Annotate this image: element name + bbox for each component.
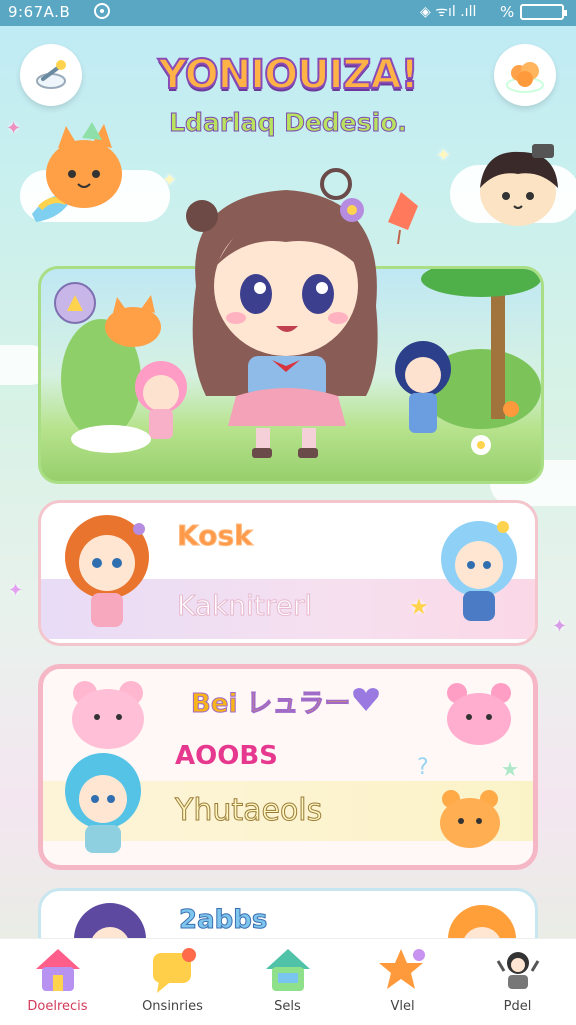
nav-item-doelrecis[interactable]: Doelrecis	[0, 939, 115, 1025]
sparkle-icon: ✦	[8, 580, 24, 601]
question-mark-icon: ?	[417, 755, 429, 780]
sparkle-icon: ✦	[436, 145, 452, 166]
nav-label: Doelrecis	[27, 999, 88, 1014]
blue-hair-girl-icon	[441, 521, 517, 621]
battery-percent: %	[500, 3, 515, 21]
battery-icon	[520, 4, 567, 20]
card-label-mid: AOOBS	[175, 741, 278, 771]
card-label-main: Kaknitrerl	[176, 589, 313, 623]
nav-item-sels[interactable]: Sels	[230, 939, 345, 1025]
status-bar: 9:67A.B ◈ ᯤıl .ıll %	[0, 0, 576, 26]
nav-label: Pdel	[503, 999, 532, 1014]
menu-card-yhutaeols[interactable]: ★ ? Bei レュラー AOOBS Yhutaeols	[38, 664, 538, 870]
orange-hair-girl-icon	[65, 515, 149, 627]
bottom-nav: Doelrecis Onsinries Sels Vlel Pdel	[0, 938, 576, 1025]
cat-mascot-icon	[32, 122, 122, 222]
pink-bear-icon	[72, 681, 144, 749]
signal-icon: ◈ ᯤıl .ıll	[420, 4, 477, 20]
card-label-main: Yhutaeols	[174, 793, 323, 829]
chat-icon	[152, 948, 196, 993]
menu-card-kosk[interactable]: Kosk Kaknitrerl ★	[38, 500, 538, 646]
star-icon	[378, 949, 425, 989]
nav-item-onsinries[interactable]: Onsinries	[115, 939, 230, 1025]
house-icon	[265, 949, 310, 991]
nav-label: Onsinries	[142, 999, 203, 1014]
nav-label: Sels	[274, 999, 301, 1014]
pink-cat-icon	[447, 683, 511, 745]
star-icon: ★	[409, 595, 429, 620]
game-subtitle: Ldarlaq Dedesio.	[169, 108, 408, 138]
orange-bear-icon	[440, 790, 500, 848]
wand-icon	[36, 60, 66, 89]
dark-hair-character-icon	[480, 144, 558, 226]
card-label-top: Bei レュラー	[190, 689, 351, 720]
card-label-top: 2abbs	[178, 905, 268, 936]
home-icon	[35, 949, 80, 991]
nav-item-pdel[interactable]: Pdel	[460, 939, 575, 1025]
card-label-top: Kosk	[177, 519, 254, 553]
wand-button[interactable]	[20, 44, 82, 106]
game-title: YONIOUIZA!	[157, 51, 419, 99]
cloud-character-icon	[506, 62, 544, 93]
nav-label: Vlel	[390, 999, 415, 1014]
sparkle-icon: ✦	[552, 616, 568, 637]
profile-icon	[496, 952, 539, 989]
status-time: 9:67A.B	[8, 3, 71, 21]
main-character-girl	[186, 168, 378, 458]
sparkle-icon: ✦	[162, 170, 178, 191]
heart-icon	[353, 688, 379, 711]
nav-item-vlel[interactable]: Vlel	[345, 939, 460, 1025]
cyan-hair-girl-icon	[65, 753, 141, 853]
settings-status-icon	[94, 3, 110, 19]
cloud-menu-button[interactable]	[494, 44, 556, 106]
sparkle-icon: ✦	[6, 118, 22, 139]
heart-balloon-icon	[388, 192, 418, 245]
star-icon: ★	[501, 757, 519, 781]
